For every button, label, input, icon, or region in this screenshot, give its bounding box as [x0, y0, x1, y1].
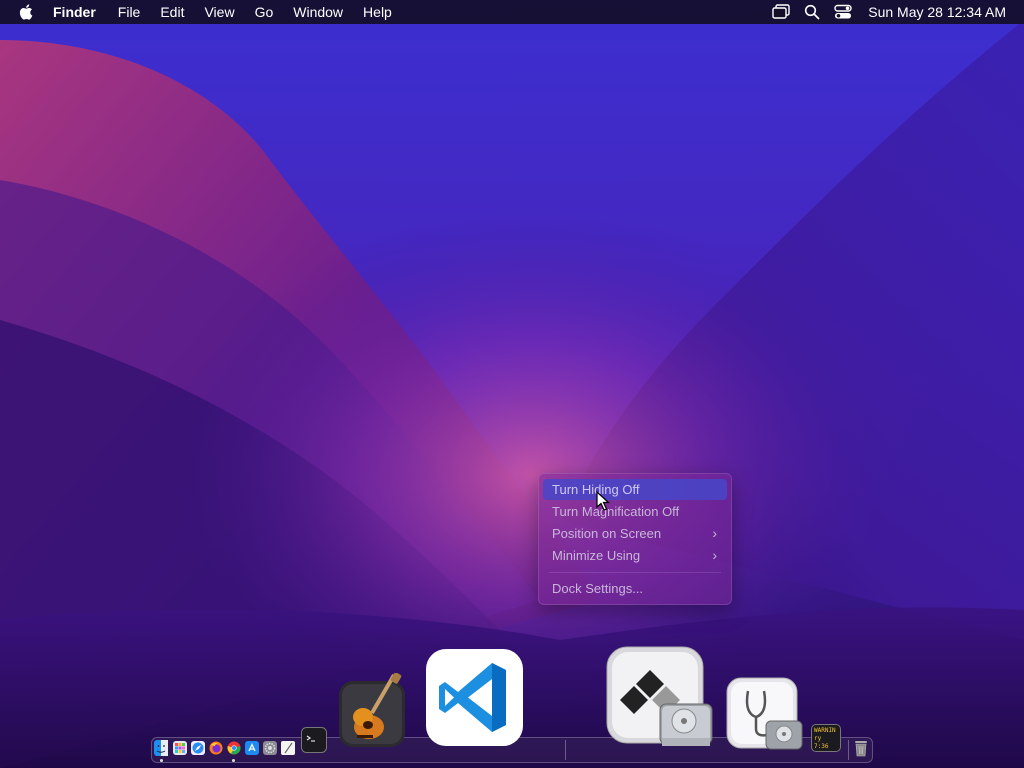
- system-settings-icon[interactable]: [263, 741, 277, 755]
- menu-edit[interactable]: Edit: [150, 0, 194, 24]
- menu-item-turn-magnification-off[interactable]: Turn Magnification Off: [543, 501, 727, 522]
- running-indicator: [232, 759, 235, 762]
- terminal-icon[interactable]: [301, 727, 327, 753]
- app-store-icon[interactable]: [245, 741, 259, 755]
- menu-item-turn-hiding-off[interactable]: Turn Hiding Off: [543, 479, 727, 500]
- menu-item-dock-settings[interactable]: Dock Settings...: [543, 578, 727, 599]
- chrome-icon[interactable]: [227, 741, 241, 755]
- safari-icon[interactable]: [191, 741, 205, 755]
- garageband-icon[interactable]: [339, 673, 407, 753]
- menu-item-label: Dock Settings...: [552, 581, 644, 596]
- dock-context-menu: Turn Hiding Off Turn Magnification Off P…: [538, 473, 732, 605]
- textedit-icon[interactable]: [281, 741, 295, 755]
- menu-file[interactable]: File: [108, 0, 151, 24]
- menu-view[interactable]: View: [194, 0, 244, 24]
- spotlight-search-icon[interactable]: [804, 4, 820, 20]
- menu-item-position-on-screen[interactable]: Position on Screen ›: [543, 523, 727, 544]
- menu-app-finder[interactable]: Finder: [53, 0, 106, 24]
- disk-utility-icon[interactable]: [726, 677, 804, 751]
- screen-mirroring-icon[interactable]: [772, 4, 790, 20]
- menu-separator: [549, 572, 721, 573]
- apple-logo-icon[interactable]: [18, 3, 36, 21]
- menu-item-label: Turn Magnification Off: [552, 504, 680, 519]
- launchpad-icon[interactable]: [173, 741, 187, 755]
- menu-item-label: Position on Screen: [552, 526, 662, 541]
- firefox-icon[interactable]: [209, 741, 223, 755]
- menu-item-minimize-using[interactable]: Minimize Using ›: [543, 545, 727, 566]
- console-icon-text: WARNIN: [814, 727, 836, 734]
- finder-icon[interactable]: [154, 740, 168, 756]
- menu-window[interactable]: Window: [283, 0, 353, 24]
- mouse-cursor-icon: [596, 491, 610, 511]
- console-icon-text: ry 7:36: [814, 735, 829, 750]
- chevron-right-icon: ›: [712, 525, 717, 541]
- dock-divider: [565, 740, 566, 760]
- chevron-right-icon: ›: [712, 547, 717, 563]
- dock-divider: [848, 740, 849, 760]
- vscode-icon[interactable]: [426, 649, 523, 746]
- control-center-icon[interactable]: [834, 4, 852, 20]
- menu-bar: Finder File Edit View Go Window Help Sun…: [0, 0, 1024, 24]
- menu-item-label: Minimize Using: [552, 548, 641, 563]
- trash-icon[interactable]: [854, 740, 868, 757]
- boot-camp-assistant-icon[interactable]: [606, 646, 714, 750]
- menu-help[interactable]: Help: [353, 0, 402, 24]
- console-icon[interactable]: WARNIN ry 7:36: [811, 724, 841, 752]
- running-indicator: [160, 759, 163, 762]
- menu-go[interactable]: Go: [245, 0, 284, 24]
- menubar-clock[interactable]: Sun May 28 12:34 AM: [868, 4, 1006, 20]
